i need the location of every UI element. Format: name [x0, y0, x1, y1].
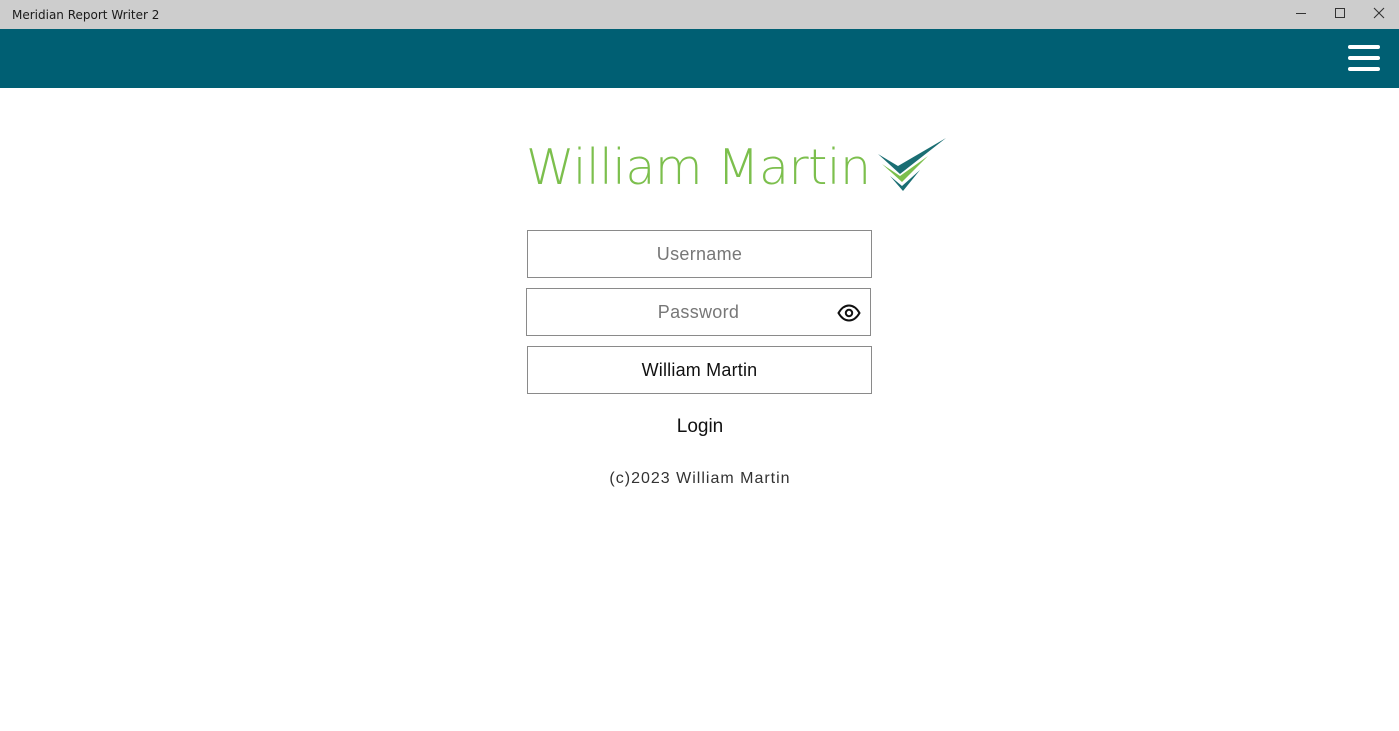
close-button[interactable] [1360, 0, 1398, 29]
company-logo: William Martin [526, 136, 951, 196]
password-input[interactable] [527, 289, 870, 335]
window-titlebar: Meridian Report Writer 2 [0, 0, 1399, 29]
close-icon [1373, 7, 1385, 19]
maximize-icon [1335, 8, 1345, 18]
username-field[interactable] [527, 230, 872, 278]
eye-icon[interactable] [837, 304, 861, 322]
login-button[interactable]: Login [640, 410, 760, 444]
company-selector-value: William Martin [641, 359, 758, 380]
company-selector[interactable]: William Martin [527, 346, 872, 394]
password-field[interactable] [526, 288, 871, 336]
maximize-button[interactable] [1321, 0, 1359, 29]
hamburger-menu-icon[interactable] [1346, 45, 1380, 73]
window-title: Meridian Report Writer 2 [12, 8, 160, 22]
logo-text: William Martin [526, 139, 871, 196]
minimize-button[interactable] [1282, 0, 1320, 29]
chevron-check-logo-icon [878, 138, 946, 191]
app-window: Meridian Report Writer 2 William Martin [0, 0, 1399, 731]
app-header [0, 29, 1399, 88]
username-input[interactable] [528, 231, 871, 277]
minimize-icon [1296, 13, 1306, 14]
copyright-text: (c)2023 William Martin [609, 470, 791, 487]
